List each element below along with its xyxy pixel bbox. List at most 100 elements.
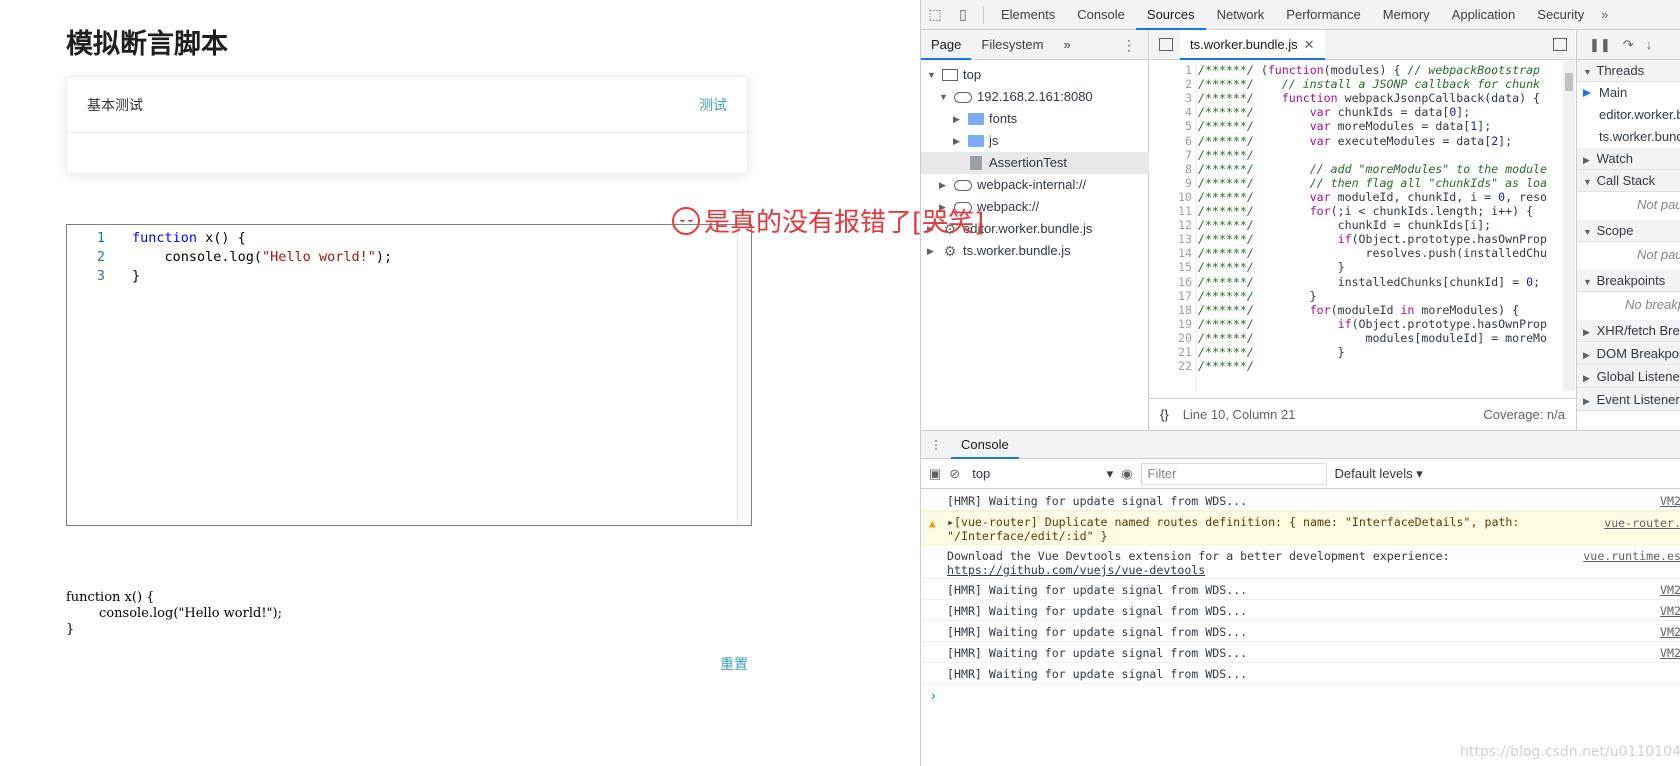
console-toolbar: ▣ ⊘ top ▾ ◉ Filter Default levels ▾ [921,459,1680,489]
pause-icon[interactable]: ❚❚ [1589,37,1611,53]
line-number: 21 [1178,345,1192,359]
section-label: Event Listener Breakpoints [1596,392,1680,407]
tab-filesystem[interactable]: Filesystem [971,30,1053,60]
filter-input[interactable]: Filter [1140,462,1327,485]
line-number: 1 [1185,63,1192,77]
tree-label: AssertionTest [989,155,1068,170]
close-icon[interactable]: ✕ [1304,37,1315,52]
tab-elements[interactable]: Elements [990,0,1066,30]
console-message: [HMR] Waiting for update signal from WDS… [921,579,1680,600]
tree-item-ts-worker[interactable]: ▶ ⚙ ts.worker.bundle.js [927,240,1071,262]
line-number: 13 [1178,232,1192,247]
devtools-link[interactable]: https://github.com/vuejs/vue-devtools [947,563,1205,577]
not-paused-text: Not paused [1637,197,1680,212]
scroll-thumb[interactable] [1565,73,1573,91]
tree-item-webpack-internal[interactable]: ▶ webpack-internal:// [939,174,1086,196]
message-source-link[interactable]: VM2 [1660,604,1680,618]
tree-item-top[interactable]: ▼ top [927,64,981,86]
collapse-icon: ▶ [1583,327,1590,337]
section-scope[interactable]: ▼ Scope [1577,220,1680,242]
tab-performance[interactable]: Performance [1275,0,1371,30]
editor-line: 1 function x() { [67,229,737,248]
thread-main[interactable]: Main [1577,82,1680,104]
toggle-debugger-icon[interactable] [1553,38,1567,51]
code-text: /******/ // then flag all "chunkIds" as … [1198,175,1548,190]
section-global-listeners[interactable]: ▶ Global Listeners [1577,366,1680,388]
tab-open-file[interactable]: ts.worker.bundle.js ✕ [1180,29,1325,60]
device-toolbar-icon[interactable]: ▯ [949,0,977,30]
tab-sources[interactable]: Sources [1135,0,1206,30]
vertical-scrollbar[interactable] [1563,61,1575,391]
laugh-cry-emoji-icon [672,206,700,235]
clear-console-icon[interactable]: ⊘ [949,466,960,482]
section-watch[interactable]: ▶ Watch [1577,148,1680,170]
section-event-listener-breakpoints[interactable]: ▶ Event Listener Breakpoints [1577,389,1680,411]
code-view[interactable]: 1 /******/ (function(modules) { // webpac… [1150,61,1575,391]
thread-label: ts.worker.bundle.js [1599,129,1680,144]
section-label: DOM Breakpoints [1596,346,1680,361]
pretty-print-icon[interactable]: {} [1160,407,1169,422]
test-button[interactable]: 测试 [699,95,727,115]
log-levels-select[interactable]: Default levels ▾ [1335,466,1423,482]
tab-memory[interactable]: Memory [1372,0,1441,30]
context-select[interactable]: top ▾ [968,466,1113,482]
code-line: 22 /******/ [1150,359,1575,374]
line-number: 20 [1178,330,1192,345]
live-expression-eye-icon[interactable]: ◉ [1121,466,1132,482]
thread-editor-worker[interactable]: editor.worker.bundle.js [1577,104,1680,126]
thread-ts-worker[interactable]: ts.worker.bundle.js [1577,126,1680,148]
section-call-stack[interactable]: ▼ Call Stack [1577,170,1680,192]
step-into-icon[interactable]: ↓ [1646,37,1653,52]
tab-page[interactable]: Page [921,30,972,60]
tree-item-assertion-test[interactable]: AssertionTest [921,152,1149,174]
step-over-icon[interactable]: ↷ [1623,37,1634,53]
message-source-link[interactable]: VM2 [1660,583,1680,597]
sidebar-toggle-icon[interactable]: ▣ [929,466,941,482]
code-text: /******/ installedChunks[chunkId] = 0; [1198,274,1541,289]
more-tabs-icon[interactable]: » [1595,8,1614,22]
tree-item-js[interactable]: ▶ js [953,130,998,152]
tab-application[interactable]: Application [1441,0,1527,30]
console-warning: ▲ ▸[vue-router] Duplicate named routes d… [921,511,1680,545]
inspect-element-icon[interactable]: ⬚ [921,0,949,30]
message-source-link[interactable]: vue.runtime.es [1583,549,1680,563]
more-options-icon[interactable]: ⋮ [1122,37,1136,54]
more-navigator-icon[interactable]: » [1054,30,1081,60]
message-text[interactable]: ▸[vue-router] Duplicate named routes def… [947,515,1680,529]
tab-console-drawer[interactable]: Console [951,431,1019,459]
sources-editor: ts.worker.bundle.js ✕ 1 /******/ (function… [1150,29,1575,430]
section-breakpoints[interactable]: ▼ Breakpoints [1577,270,1680,292]
tree-item-fonts[interactable]: ▶ fonts [953,108,1017,130]
expand-icon: ▼ [939,92,948,102]
coverage-status: Coverage: n/a [1483,407,1565,422]
message-source-link[interactable]: VM2 [1660,646,1680,660]
code-line: 8 /******/ // add "moreModules" to the mo… [1150,162,1575,177]
tab-console[interactable]: Console [1066,0,1136,30]
section-label: Global Listeners [1596,369,1680,384]
folder-icon [968,135,984,147]
collapse-icon: ▶ [1583,350,1590,360]
message-source-link[interactable]: VM2 [1660,625,1680,639]
code-line: 2 /******/ // install a JSONP callback fo… [1150,77,1575,92]
code-line: 17 /******/ } [1150,289,1575,304]
section-dom-breakpoints[interactable]: ▶ DOM Breakpoints [1577,343,1680,365]
message-text: "/Interface/edit/:id" } [947,529,1108,543]
section-threads[interactable]: ▼ Threads [1577,60,1680,82]
divider [983,5,984,24]
reset-button[interactable]: 重置 [720,654,748,674]
tab-network[interactable]: Network [1206,0,1276,30]
section-xhr-breakpoints[interactable]: ▶ XHR/fetch Breakpoints [1577,320,1680,342]
line-number: 9 [1185,175,1192,190]
tab-security[interactable]: Security [1526,0,1595,30]
section-label: Threads [1596,63,1645,78]
code-text: /******/ resolves.push(installedChu [1198,246,1548,261]
toggle-navigator-icon[interactable] [1159,38,1173,51]
code-line: 1 /******/ (function(modules) { // webpac… [1150,63,1575,78]
message-source-link[interactable]: VM2 [1660,494,1680,508]
tree-item-host[interactable]: ▼ 192.168.2.161:8080 [939,86,1093,108]
editor-scrollbar[interactable] [737,225,751,525]
console-prompt[interactable]: › [931,687,936,703]
drawer-menu-icon[interactable]: ⋮ [921,437,951,452]
message-source-link[interactable]: vue-router. [1604,516,1680,530]
code-editor[interactable]: 1 function x() { 2 console.log("Hello wo… [66,224,752,526]
